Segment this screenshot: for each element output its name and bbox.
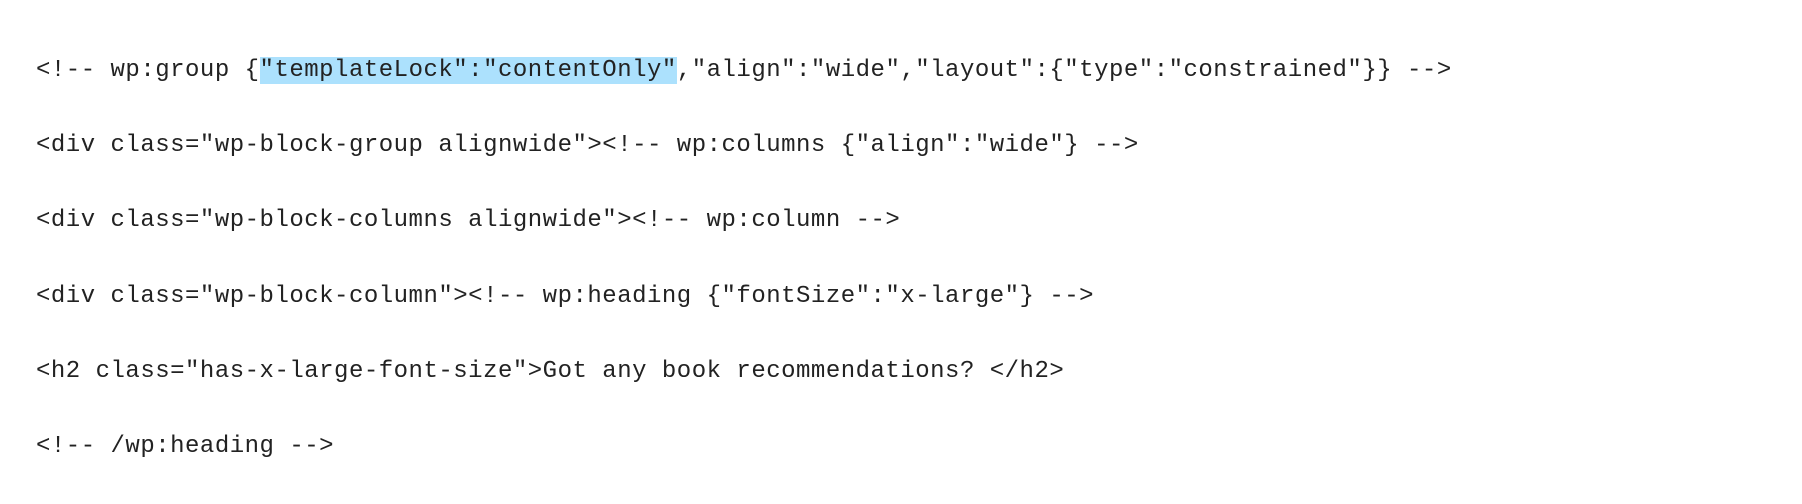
code-line[interactable]: <div class="wp-block-column"><!-- wp:hea… bbox=[36, 278, 1766, 315]
code-line[interactable]: <div class="wp-block-group alignwide"><!… bbox=[36, 127, 1766, 164]
code-text[interactable]: <h2 class="has-x-large-font-size">Got an… bbox=[36, 358, 1064, 385]
code-text[interactable]: <div class="wp-block-columns alignwide">… bbox=[36, 207, 900, 234]
code-text[interactable]: ,"align":"wide","layout":{"type":"constr… bbox=[677, 57, 1452, 84]
code-text[interactable]: <!-- wp:group { bbox=[36, 57, 260, 84]
code-line[interactable]: <h2 class="has-x-large-font-size">Got an… bbox=[36, 353, 1766, 390]
code-text[interactable]: <div class="wp-block-column"><!-- wp:hea… bbox=[36, 283, 1094, 310]
highlighted-text[interactable]: "templateLock":"contentOnly" bbox=[260, 57, 677, 84]
code-line[interactable]: <div class="wp-block-columns alignwide">… bbox=[36, 202, 1766, 239]
code-text[interactable]: <!-- /wp:heading --> bbox=[36, 433, 334, 460]
code-block[interactable]: <!-- wp:group {"templateLock":"contentOn… bbox=[36, 52, 1766, 465]
code-line[interactable]: <!-- wp:group {"templateLock":"contentOn… bbox=[36, 52, 1766, 89]
code-text[interactable]: <div class="wp-block-group alignwide"><!… bbox=[36, 132, 1139, 159]
code-line[interactable]: <!-- /wp:heading --> bbox=[36, 428, 1766, 465]
